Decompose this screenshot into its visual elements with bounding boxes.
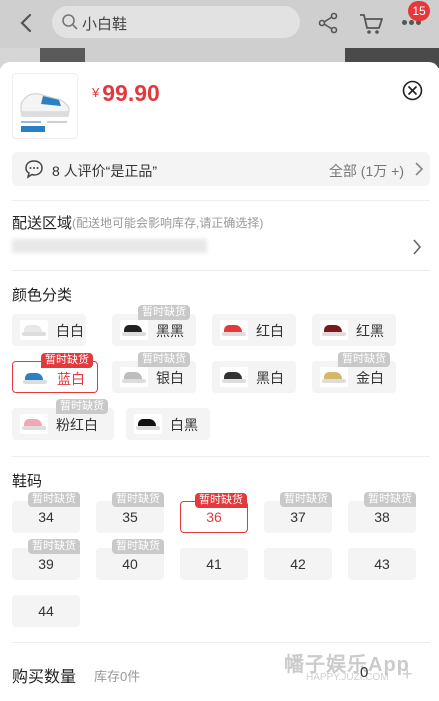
chevron-right-icon [415,162,424,176]
color-option[interactable]: 红黑 [312,314,396,346]
size-option[interactable]: 40 暂时缺货 [96,539,164,580]
quantity-title: 购买数量 [12,669,77,686]
out-of-stock-tag: 暂时缺货 [280,492,332,507]
size-option-label: 36 [206,509,222,525]
color-option[interactable]: 粉红白 暂时缺货 [12,399,114,440]
search-query-text: 小白鞋 [82,16,128,33]
comment-icon [25,160,43,179]
divider [12,642,430,643]
color-option-label: 粉红白 [56,417,98,433]
quantity-value[interactable]: 0 [360,664,368,681]
out-of-stock-tag: 暂时缺货 [138,352,190,367]
size-option[interactable]: 36 暂时缺货 [180,493,248,533]
shoe-swatch-icon [20,320,48,340]
color-option[interactable]: 黑黑 暂时缺货 [112,305,196,346]
out-of-stock-tag: 暂时缺货 [56,399,108,414]
sneaker-image [20,93,70,132]
out-of-stock-tag: 暂时缺货 [364,492,416,507]
color-option[interactable]: 银白 暂时缺货 [112,352,196,393]
stock-count: 库存0件 [94,669,141,684]
color-option[interactable]: 白黑 [126,408,210,440]
shipping-area-title: 配送区域 [12,215,73,232]
divider [12,456,430,457]
size-option[interactable]: 37 暂时缺货 [264,492,332,533]
color-option[interactable]: 红白 [212,314,296,346]
all-reviews-link[interactable]: 全部 (1万 +) [329,161,404,181]
search-icon [62,14,78,30]
cart-icon[interactable] [358,12,384,36]
size-option[interactable]: 44 [12,595,80,627]
out-of-stock-tag: 暂时缺货 [195,493,247,508]
size-option-label: 35 [122,509,138,525]
color-option-label: 红白 [256,323,284,339]
shoe-swatch-icon [21,368,49,388]
size-option-label: 42 [290,556,306,572]
color-option-label: 黑黑 [156,323,184,339]
share-icon[interactable] [317,12,339,34]
out-of-stock-tag: 暂时缺货 [138,305,190,320]
notification-badge: 15 [408,1,430,21]
out-of-stock-tag: 暂时缺货 [112,492,164,507]
size-option-label: 34 [38,509,54,525]
size-option-label: 41 [206,556,222,572]
top-nav-bar: 小白鞋 15 [0,0,439,48]
size-option[interactable]: 35 暂时缺货 [96,492,164,533]
size-option-label: 37 [290,509,306,525]
color-option[interactable]: 黑白 [212,361,296,393]
size-option-label: 43 [374,556,390,572]
shoe-swatch-icon [20,414,48,434]
shoe-swatch-icon [220,367,248,387]
color-option-label: 白白 [56,323,84,339]
color-option-label: 黑白 [256,370,284,386]
shoe-swatch-icon [220,320,248,340]
out-of-stock-tag: 暂时缺货 [338,352,390,367]
out-of-stock-tag: 暂时缺货 [28,492,80,507]
back-arrow-icon[interactable] [16,12,38,34]
divider [12,200,430,201]
close-icon[interactable] [402,80,423,101]
size-option-label: 38 [374,509,390,525]
size-option-label: 40 [122,556,138,572]
color-option-label: 蓝白 [57,371,85,387]
shoe-swatch-icon [120,320,148,340]
search-bar[interactable]: 小白鞋 [52,6,300,38]
out-of-stock-tag: 暂时缺货 [112,539,164,554]
shipping-area-note: (配送地可能会影响库存,请正确选择) [72,216,264,230]
out-of-stock-tag: 暂时缺货 [28,539,80,554]
size-option-label: 44 [38,603,54,619]
review-summary-row[interactable]: 8 人评价“是正品” 全部 (1万 +) [12,152,430,186]
color-option[interactable]: 白白 [12,314,86,346]
color-option[interactable]: 金白 暂时缺货 [312,352,396,393]
size-option[interactable]: 39 暂时缺货 [12,539,80,580]
color-section-title: 颜色分类 [12,287,73,304]
product-thumbnail [12,73,78,139]
color-option-label: 红黑 [356,323,384,339]
color-option-label: 白黑 [170,417,198,433]
size-option[interactable]: 38 暂时缺货 [348,492,416,533]
size-option[interactable]: 42 [264,548,332,580]
review-summary-text: 8 人评价“是正品” [52,163,157,179]
color-option-label: 银白 [156,370,184,386]
size-option[interactable]: 34 暂时缺货 [12,492,80,533]
divider [12,270,430,271]
shipping-address-redacted[interactable] [12,239,207,253]
size-option[interactable]: 41 [180,548,248,580]
watermark-url: HAPPY.JUZI.COM [306,672,389,683]
out-of-stock-tag: 暂时缺货 [41,353,93,368]
chevron-right-icon[interactable] [412,239,422,255]
color-option[interactable]: 蓝白 暂时缺货 [12,353,98,393]
shoe-swatch-icon [134,414,162,434]
shoe-swatch-icon [120,367,148,387]
shoe-swatch-icon [320,320,348,340]
size-section-title: 鞋码 [12,473,43,490]
color-option-label: 金白 [356,370,384,386]
quantity-plus-button[interactable]: + [402,664,413,685]
size-option-label: 39 [38,556,54,572]
price: ¥99.90 [92,80,160,106]
size-option[interactable]: 43 [348,548,416,580]
shoe-swatch-icon [320,367,348,387]
